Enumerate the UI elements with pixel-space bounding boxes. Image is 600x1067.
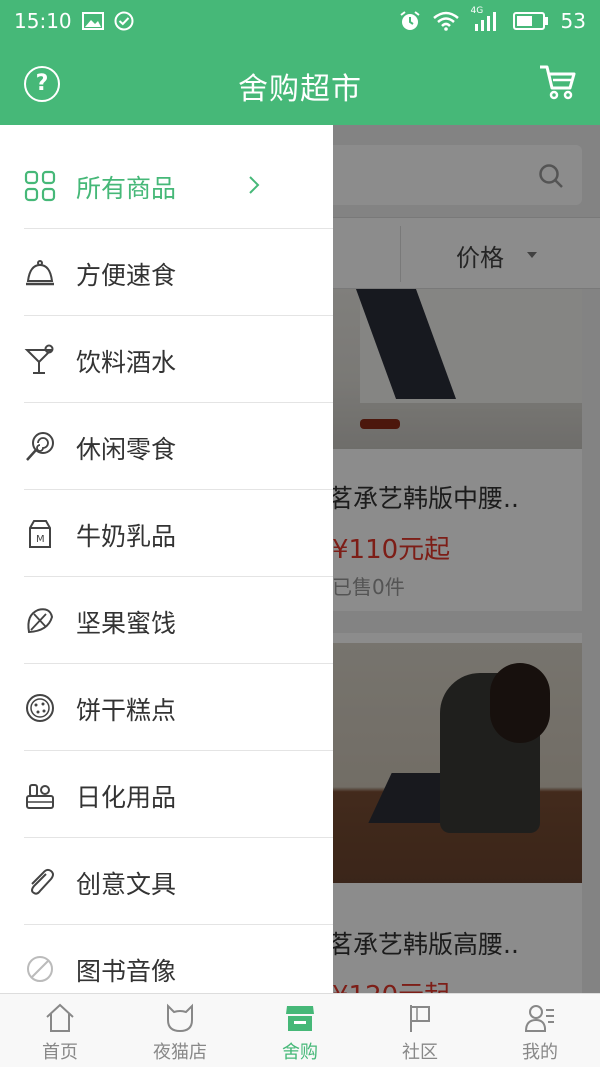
home-icon (46, 1003, 74, 1032)
drawer-item-nuts[interactable]: 坚果蜜饯 (0, 577, 333, 664)
battery-percent: 53 (560, 9, 586, 33)
drawer-item-label: 图书音像 (76, 957, 177, 986)
cart-icon[interactable] (538, 62, 578, 102)
cookie-icon (26, 694, 54, 722)
drawer-item-label: 所有商品 (76, 174, 177, 203)
drawer-item-instant-food[interactable]: 方便速食 (0, 229, 333, 316)
category-drawer: 所有商品 方便速食 饮料酒水 休闲零食 M 牛奶乳品 坚果蜜饯 饼干糕点 日化用… (0, 125, 333, 993)
drawer-item-biscuits[interactable]: 饼干糕点 (0, 664, 333, 751)
lollipop-icon (26, 432, 54, 461)
drawer-item-snacks[interactable]: 休闲零食 (0, 403, 333, 490)
milk-carton-icon: M (29, 520, 51, 548)
status-bar: 15:10 4G 53 (0, 0, 600, 42)
tab-mine[interactable]: 我的 (480, 994, 600, 1067)
profile-icon (524, 1005, 554, 1032)
food-cloche-icon (26, 260, 54, 286)
drawer-item-label: 饼干糕点 (76, 696, 177, 725)
drawer-item-drinks[interactable]: 饮料酒水 (0, 316, 333, 403)
drawer-item-label: 牛奶乳品 (76, 522, 177, 551)
tab-night-store[interactable]: 夜猫店 (120, 994, 240, 1067)
signal-icon: 4G (471, 6, 501, 32)
drawer-item-stationery[interactable]: 创意文具 (0, 838, 333, 925)
drawer-item-label: 方便速食 (76, 261, 177, 290)
drawer-item-label: 创意文具 (76, 870, 177, 899)
status-time: 15:10 (14, 9, 72, 33)
drawer-item-label: 饮料酒水 (76, 348, 177, 377)
drawer-item-label: 日化用品 (76, 783, 177, 812)
store-icon (286, 1006, 314, 1031)
app-header: ? 舍购超市 (0, 42, 600, 125)
cat-icon (167, 1003, 193, 1033)
disc-icon (27, 956, 53, 982)
tab-label: 夜猫店 (153, 1042, 207, 1063)
drawer-item-books-media[interactable]: 图书音像 (0, 925, 333, 993)
drawer-item-label: 休闲零食 (76, 435, 177, 464)
paperclip-icon (31, 868, 54, 895)
chevron-right-icon (249, 176, 260, 194)
tab-label: 舍购 (282, 1042, 318, 1063)
tab-shegou[interactable]: 舍购 (240, 994, 360, 1067)
image-icon (81, 12, 104, 30)
flag-icon (410, 1005, 430, 1032)
drawer-item-toiletries[interactable]: 日化用品 (0, 751, 333, 838)
tab-label: 社区 (402, 1042, 438, 1063)
toiletries-icon (26, 784, 54, 809)
drawer-item-label: 坚果蜜饯 (76, 609, 177, 638)
tab-label: 首页 (42, 1042, 78, 1063)
cocktail-icon (24, 344, 54, 374)
svg-text:M: M (36, 534, 45, 545)
tab-community[interactable]: 社区 (360, 994, 480, 1067)
nut-icon (27, 608, 54, 634)
drawer-item-all-products[interactable]: 所有商品 (0, 142, 333, 229)
tab-label: 我的 (522, 1042, 558, 1063)
alarm-icon (399, 11, 420, 30)
drawer-item-dairy[interactable]: M 牛奶乳品 (0, 490, 333, 577)
page-title: 舍购超市 (238, 72, 362, 107)
grid-icon (24, 170, 56, 202)
tab-home[interactable]: 首页 (0, 994, 120, 1067)
wifi-icon (432, 11, 459, 31)
battery-icon (512, 12, 548, 30)
check-circle-icon (114, 11, 134, 31)
bottom-tab-bar: 首页 夜猫店 舍购 社区 我的 (0, 993, 600, 1067)
